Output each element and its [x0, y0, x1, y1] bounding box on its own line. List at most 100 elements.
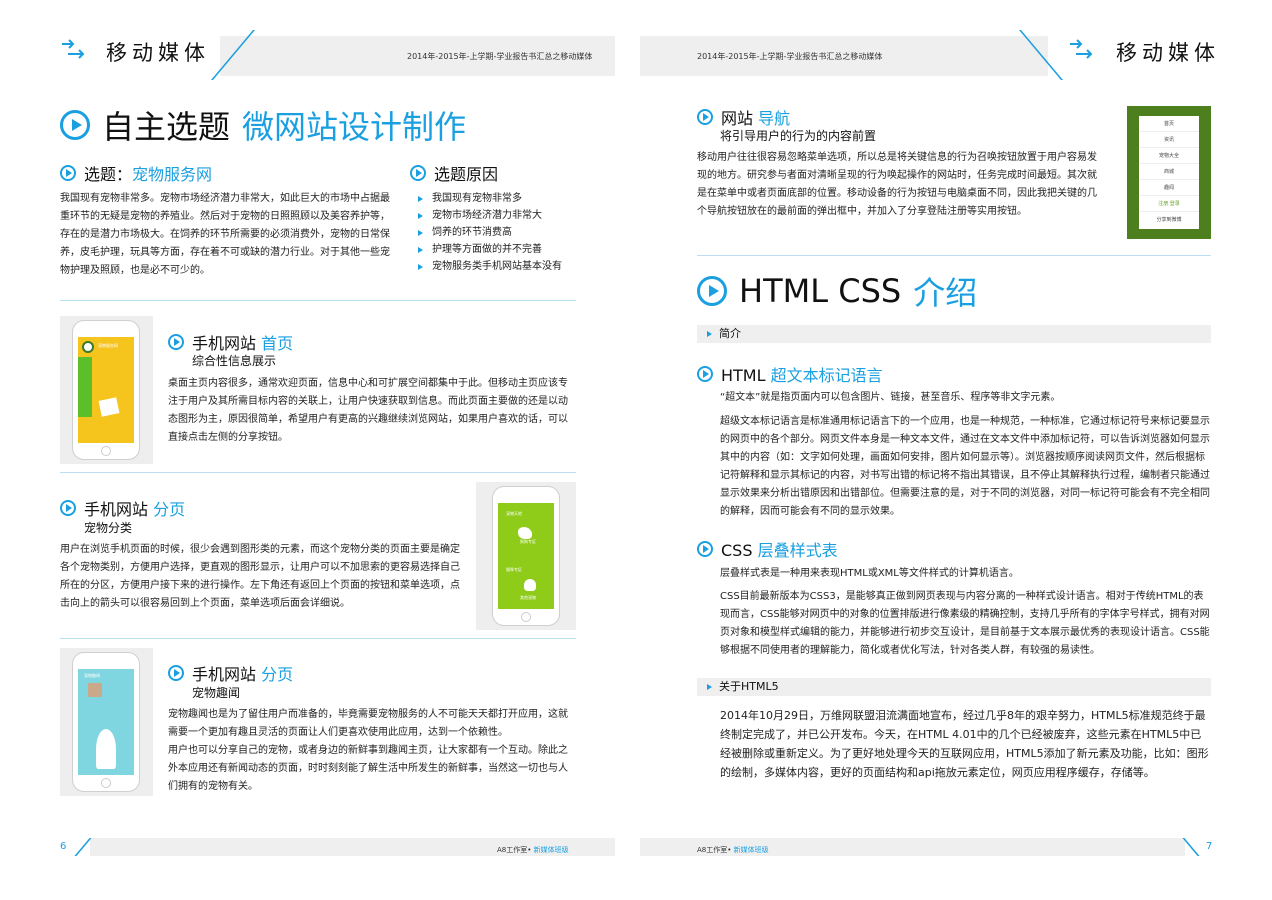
nav-menu-footer: 注册 登录	[1139, 196, 1199, 212]
page-title-blue: 微网站设计制作	[242, 108, 467, 146]
html-line1: “超文本”就是指页面内可以包含图片、链接，甚至音乐、程序等非文字元素。	[720, 392, 1061, 403]
home-subtitle: 综合性信息展示	[192, 354, 277, 368]
reasons-title: 选题原因	[410, 161, 498, 185]
nav-menu-item: 商城	[1139, 164, 1199, 180]
header-brand-right: 移动媒体	[1116, 41, 1220, 65]
footer-studio-left: A8工作室• 新媒体班级	[497, 845, 569, 855]
css-title-blue: 层叠样式表	[757, 541, 838, 560]
home-title-black: 手机网站	[192, 334, 257, 353]
header-subtitle-left: 2014年-2015年-上学期-学业报告书汇总之移动媒体	[407, 52, 593, 61]
category-screen-item: 狗狗专区	[520, 539, 536, 544]
intro-bar: 简介	[697, 325, 1211, 343]
divider	[697, 255, 1211, 256]
list-item: 饲养的环节消费高	[414, 224, 574, 241]
header-subtitle-right: 2014年-2015年-上学期-学业报告书汇总之移动媒体	[697, 52, 883, 61]
play-circle-icon	[410, 165, 426, 181]
home-body: 桌面主页内容很多，通常欢迎页面，信息中心和可扩展空间都集中于此。但移动主页应该专…	[168, 378, 568, 443]
footer-studio-left-text: A8工作室•	[497, 846, 532, 854]
play-circle-icon	[60, 110, 90, 140]
css-title: CSS 层叠样式表	[697, 537, 838, 561]
play-circle-icon	[168, 665, 184, 681]
category-title-black: 手机网站	[84, 500, 149, 519]
category-screen: 宠物天地 狗狗专区 猫咪专区 其他宠物	[498, 503, 554, 609]
list-item: 护理等方面做的并不完善	[414, 241, 574, 258]
home-screen-label: 宠物服务网	[98, 343, 118, 348]
nav-subtitle: 将引导用户的行为的内容前置	[720, 129, 877, 143]
nav-title-blue: 导航	[758, 109, 791, 128]
list-item: 我国现有宠物非常多	[414, 190, 574, 207]
footer-studio-right: A8工作室• 新媒体班级	[697, 845, 769, 855]
html-body: 超级文本标记语言是标准通用标记语言下的一个应用，也是一种规范，一种标准，它通过标…	[720, 416, 1210, 517]
fun-screen-label: 宠物趣闻	[84, 673, 100, 678]
divider	[60, 472, 576, 473]
html5-bar: 关于HTML5	[697, 678, 1211, 696]
page-title-black: 自主选题	[102, 108, 231, 146]
category-title-blue: 分页	[153, 500, 186, 519]
css-line1: 层叠样式表是一种用来表现HTML或XML等文件样式的计算机语言。	[720, 568, 1019, 579]
page-number-right: 7	[1206, 841, 1213, 852]
play-circle-icon	[168, 334, 184, 350]
fun-subtitle: 宠物趣闻	[192, 686, 241, 700]
html-title: HTML 超文本标记语言	[697, 362, 883, 386]
nav-menu-item: 首页	[1139, 116, 1199, 132]
header-brand-left: 移动媒体	[106, 41, 210, 65]
nav-body: 移动用户往往很容易忽略菜单选项，所以总是将关键信息的行为召唤按钮放置于用户容易发…	[697, 152, 1097, 217]
list-item: 宠物市场经济潜力非常大	[414, 207, 574, 224]
play-circle-icon	[60, 500, 76, 516]
reasons-list: 我国现有宠物非常多 宠物市场经济潜力非常大 饲养的环节消费高 护理等方面做的并不…	[414, 190, 574, 275]
topic-title: 选题：宠物服务网	[60, 161, 212, 185]
css-body: CSS目前最新版本为CSS3，是能够真正做到网页表现与内容分离的一种样式设计语言…	[720, 591, 1210, 656]
category-mockup-image: 宠物天地 狗狗专区 猫咪专区 其他宠物	[476, 482, 576, 630]
html5-body: 2014年10月29日，万维网联盟泪流满面地宣布，经过几乎8年的艰辛努力，HTM…	[720, 709, 1209, 779]
html-title-black: HTML	[721, 366, 766, 385]
topic-value: 宠物服务网	[132, 165, 213, 184]
fun-title-black: 手机网站	[192, 665, 257, 684]
footer-class-left: 新媒体班级	[533, 846, 569, 854]
fun-title-blue: 分页	[261, 665, 294, 684]
play-circle-icon	[60, 165, 76, 181]
home-screen: 宠物服务网	[78, 337, 134, 443]
divider	[60, 638, 576, 639]
fun-screen: 宠物趣闻	[78, 669, 134, 775]
category-subtitle: 宠物分类	[84, 521, 133, 535]
nav-menu-item: 宠物大全	[1139, 148, 1199, 164]
footer-class-right: 新媒体班级	[733, 846, 769, 854]
nav-title: 网站 导航	[697, 105, 790, 129]
fun-body-1: 宠物趣闻也是为了留住用户而准备的，毕竟需要宠物服务的人不可能天天都打开应用，这就…	[168, 709, 568, 738]
html-css-title-black: HTML CSS	[739, 272, 902, 310]
home-title: 手机网站 首页	[168, 330, 293, 354]
play-circle-icon	[697, 541, 713, 557]
list-item: 宠物服务类手机网站基本没有	[414, 258, 574, 275]
nav-menu-share: 分享到微博	[1156, 217, 1182, 223]
nav-menu-item: 资讯	[1139, 132, 1199, 148]
divider	[60, 300, 576, 301]
footer-slash-left	[74, 838, 92, 856]
category-body: 用户在浏览手机页面的时候，很少会遇到图形类的元素，而这个宠物分类的页面主要是确定…	[60, 544, 460, 609]
category-title: 手机网站 分页	[60, 496, 185, 520]
nav-menu-screen: 首页 资讯 宠物大全 商城 趣闻 注册 登录 分享到微博	[1139, 116, 1199, 229]
footer-studio-right-text: A8工作室•	[697, 846, 732, 854]
nav-title-black: 网站	[721, 109, 754, 128]
footer-slash-right	[1182, 838, 1200, 856]
fun-title: 手机网站 分页	[168, 661, 293, 685]
html-title-blue: 超文本标记语言	[770, 366, 883, 385]
arrows-icon	[1070, 39, 1093, 59]
topic-label: 选题：	[84, 165, 133, 184]
css-title-black: CSS	[721, 541, 753, 560]
topic-body: 我国现有宠物非常多。宠物市场经济潜力非常大，如此巨大的市场中占据最重环节的无疑是…	[60, 193, 390, 276]
category-screen-item: 猫咪专区	[506, 567, 522, 572]
html-css-title-blue: 介绍	[913, 274, 978, 312]
nav-menu-image: 首页 资讯 宠物大全 商城 趣闻 注册 登录 分享到微博	[1127, 106, 1211, 239]
page-title: 自主选题 微网站设计制作	[60, 102, 466, 148]
home-title-blue: 首页	[261, 334, 294, 353]
html-css-title: HTML CSS 介绍	[697, 268, 977, 314]
fun-mockup-image: 宠物趣闻	[60, 648, 153, 796]
reasons-title-text: 选题原因	[434, 165, 499, 184]
arrows-icon	[62, 39, 85, 59]
page-number-left: 6	[60, 841, 67, 852]
nav-menu-item: 趣闻	[1139, 180, 1199, 196]
category-screen-item: 其他宠物	[520, 595, 536, 600]
fun-body-2: 用户也可以分享自己的宠物，或者身边的新鲜事到趣闻主页，让大家都有一个互动。除此之…	[168, 745, 568, 792]
home-mockup-image: 宠物服务网	[60, 316, 153, 464]
category-screen-item: 宠物天地	[506, 511, 522, 516]
